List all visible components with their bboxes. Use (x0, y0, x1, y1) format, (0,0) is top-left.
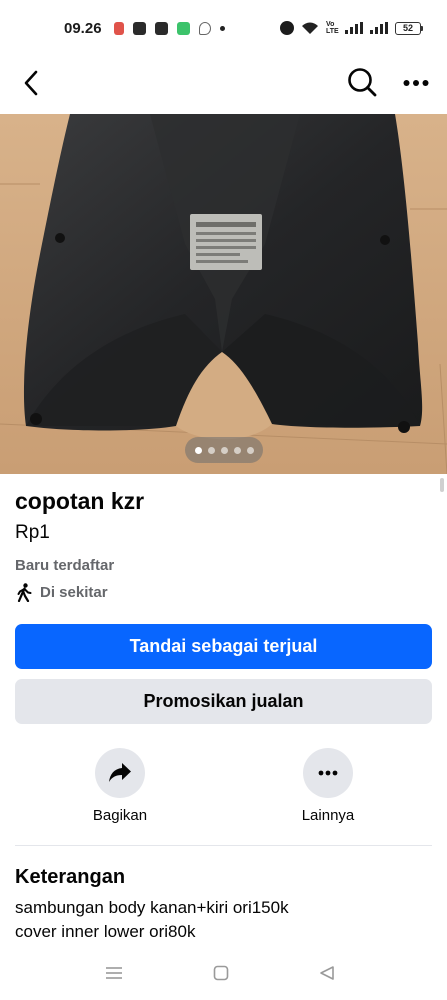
battery-level: 52 (395, 21, 421, 35)
carousel-dot[interactable] (246, 446, 254, 454)
listing-price: Rp1 (15, 522, 50, 543)
carousel-dot[interactable] (207, 446, 215, 454)
system-icons: Vo LTE 52 (280, 21, 423, 35)
more-horizontal-icon (318, 770, 338, 776)
more-horizontal-icon (403, 80, 429, 86)
more-label: Lainnya (301, 807, 355, 824)
back-triangle-icon (320, 966, 334, 980)
status-bar: 09.26 Vo LTE 52 (0, 0, 447, 56)
signal-1-icon (345, 22, 363, 34)
battery-icon: 52 (395, 21, 423, 35)
description-line: cover inner lower ori80k (15, 922, 196, 941)
top-nav-bar (0, 56, 447, 112)
scrollbar-thumb[interactable] (440, 478, 444, 492)
share-button[interactable] (95, 748, 145, 798)
recent-apps-button[interactable] (102, 962, 126, 984)
home-button[interactable] (209, 962, 233, 984)
back-button[interactable] (14, 66, 48, 100)
battery-tip (421, 25, 423, 31)
walking-person-icon (17, 583, 32, 602)
alarm-icon (280, 21, 294, 35)
shop-notification-icon (113, 21, 124, 35)
mark-as-sold-button[interactable]: Tandai sebagai terjual (15, 624, 432, 669)
carousel-indicator (185, 437, 263, 463)
capcut-notification-icon (154, 21, 168, 35)
more-action[interactable]: Lainnya (278, 748, 378, 824)
section-divider (15, 845, 432, 846)
product-photo-illustration (0, 114, 447, 474)
search-button[interactable] (344, 64, 380, 100)
description-heading: Keterangan (15, 866, 126, 888)
carousel-dot[interactable] (194, 446, 202, 454)
listing-title: copotan kzr (15, 488, 145, 514)
more-notifications-dot-icon (219, 25, 225, 31)
menu-lines-icon (106, 967, 122, 979)
listing-location: Di sekitar (15, 583, 108, 602)
description-line: sambungan body kanan+kiri ori150k (15, 898, 289, 917)
notification-icons (113, 21, 225, 35)
carousel-dot[interactable] (220, 446, 228, 454)
bag-notification-icon (132, 21, 146, 35)
share-action[interactable]: Bagikan (70, 748, 170, 824)
listing-photo[interactable] (0, 114, 447, 474)
chevron-left-icon (24, 70, 38, 96)
location-label: Di sekitar (40, 584, 108, 601)
share-arrow-icon (109, 763, 131, 782)
message-notification-icon (176, 21, 190, 35)
volte-label: Vo LTE (326, 21, 339, 35)
promote-listing-button[interactable]: Promosikan jualan (15, 679, 432, 724)
signal-2-icon (370, 22, 388, 34)
wifi-icon (302, 22, 318, 34)
home-square-icon (213, 965, 229, 981)
share-label: Bagikan (92, 807, 148, 824)
more-button[interactable] (303, 748, 353, 798)
system-navigation-bar (0, 950, 447, 1000)
listing-status: Baru terdaftar (15, 557, 115, 574)
tiktok-notification-icon (198, 21, 211, 35)
carousel-dot[interactable] (233, 446, 241, 454)
more-options-button[interactable] (398, 66, 434, 100)
search-icon (348, 68, 377, 97)
status-time: 09.26 (64, 19, 102, 37)
system-back-button[interactable] (315, 962, 339, 984)
